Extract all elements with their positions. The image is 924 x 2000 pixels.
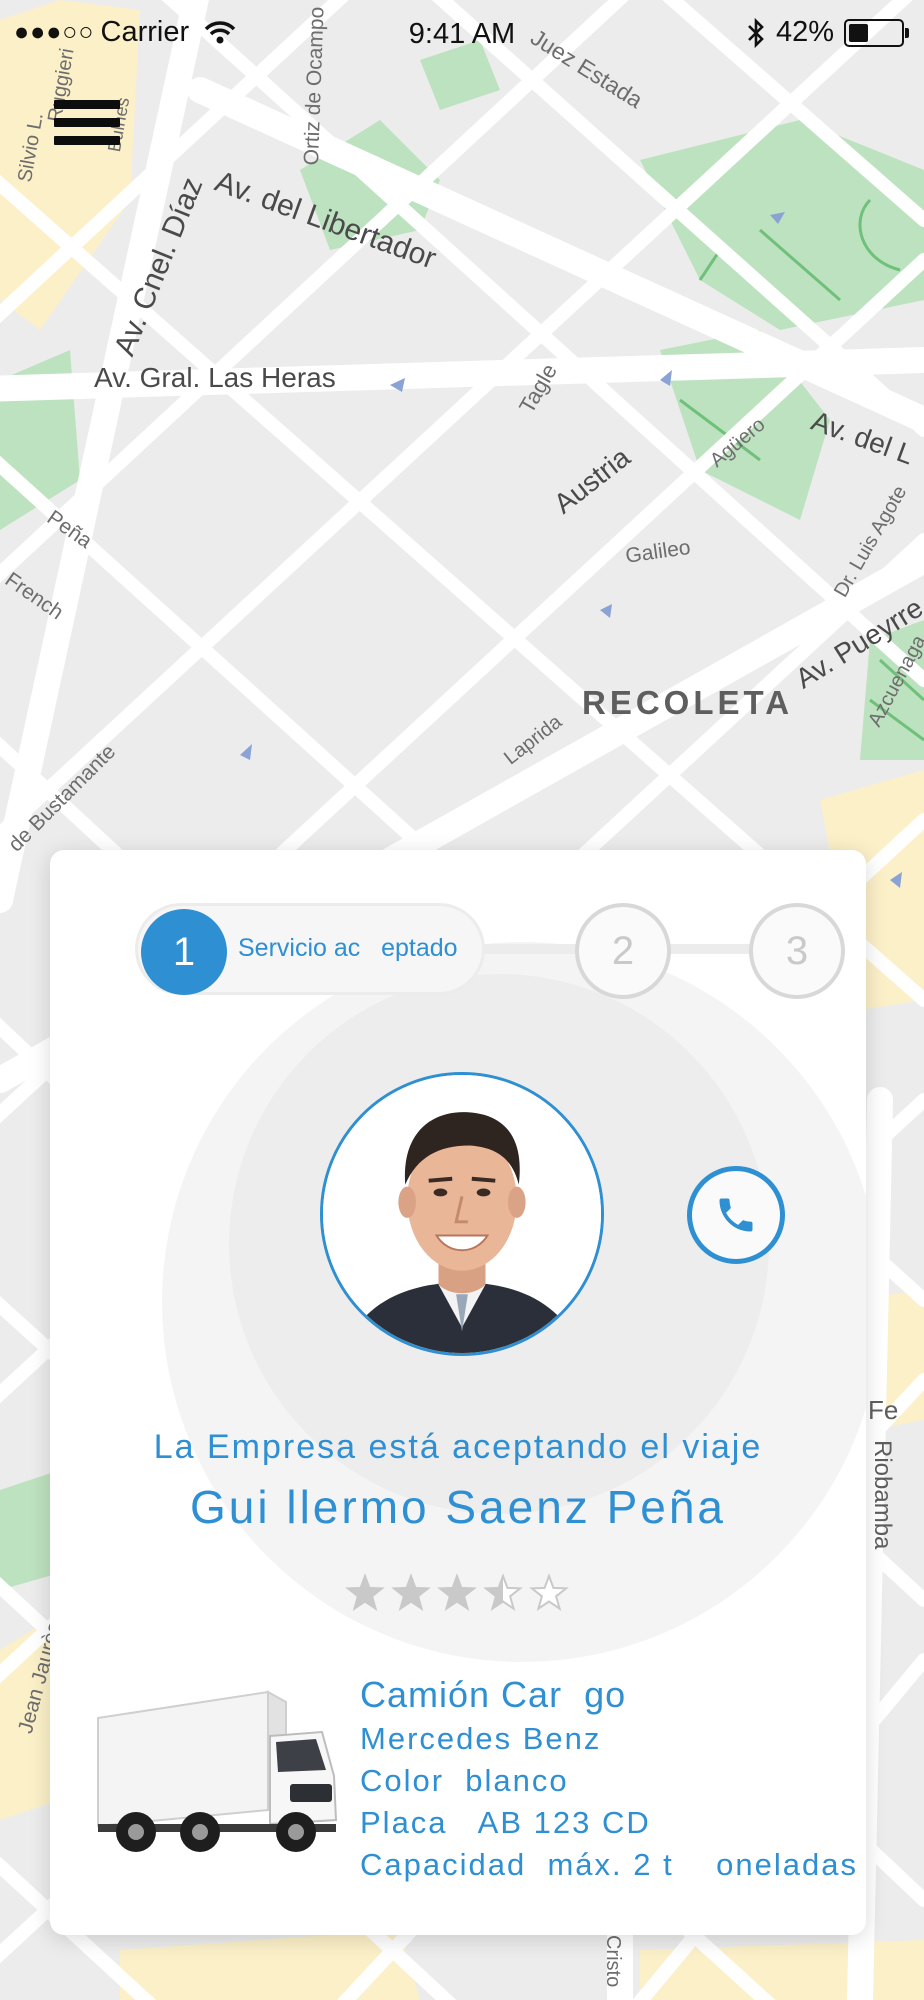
status-bar: ●●●○○ Carrier 9:41 AM 42%	[0, 0, 924, 70]
menu-icon-line	[54, 100, 120, 109]
step-1-label: Servicio ac eptado	[238, 934, 458, 962]
star-icon	[391, 1573, 431, 1611]
star-icon	[437, 1573, 477, 1611]
map-label-fe: Fe	[868, 1395, 899, 1425]
vehicle-capacity: Capacidad máx. 2 t oneladas	[360, 1847, 858, 1882]
driver-photo	[320, 1072, 604, 1356]
driver-photo-illustration	[323, 1075, 601, 1353]
progress-steps: 1 Servicio ac eptado 2 3	[135, 900, 855, 1000]
vehicle-brand: Mercedes Benz	[360, 1721, 602, 1756]
menu-icon-line	[54, 136, 120, 145]
map-label-av-gral-las-heras: Av. Gral. Las Heras	[94, 362, 336, 393]
star-icon	[529, 1573, 569, 1611]
star-icon	[483, 1573, 523, 1611]
battery-fill	[849, 23, 868, 42]
vehicle-color: Color blanco	[360, 1763, 569, 1798]
phone-icon	[719, 1198, 753, 1232]
vehicle-details: Camión Car go Mercedes Benz Color blanco…	[360, 1672, 858, 1886]
driver-name: Gui llermo Saenz Peña	[189, 1481, 727, 1533]
battery-percentage: 42%	[775, 16, 834, 48]
map-label-riobamba: Riobamba	[869, 1440, 896, 1550]
star-icon	[345, 1573, 385, 1611]
rating-stars	[345, 1573, 569, 1611]
vehicle-plate: Placa AB 123 CD	[360, 1805, 651, 1840]
trip-status-text: La Empresa está aceptando el viaje	[153, 1428, 763, 1466]
call-button[interactable]	[687, 1166, 785, 1264]
step-1-accepted[interactable]: 1 Servicio ac eptado	[135, 903, 485, 995]
driver-card: 1 Servicio ac eptado 2 3 La Empresa está…	[50, 850, 866, 1935]
map-label-recoleta: RECOLETA	[582, 684, 794, 721]
truck-image	[90, 1680, 340, 1855]
map-label-cristo: Cristo	[602, 1935, 624, 1988]
status-bar-right: 42%	[746, 16, 909, 49]
menu-icon[interactable]	[54, 100, 120, 156]
menu-icon-line	[54, 118, 120, 127]
step-2[interactable]: 2	[575, 903, 671, 999]
vehicle-type: Camión Car go	[360, 1674, 627, 1715]
step-1-number: 1	[141, 909, 227, 995]
step-3[interactable]: 3	[749, 903, 845, 999]
truck-illustration	[97, 1690, 338, 1852]
bluetooth-icon	[748, 17, 764, 48]
driver-rating	[50, 1572, 866, 1621]
battery-icon	[844, 18, 909, 47]
